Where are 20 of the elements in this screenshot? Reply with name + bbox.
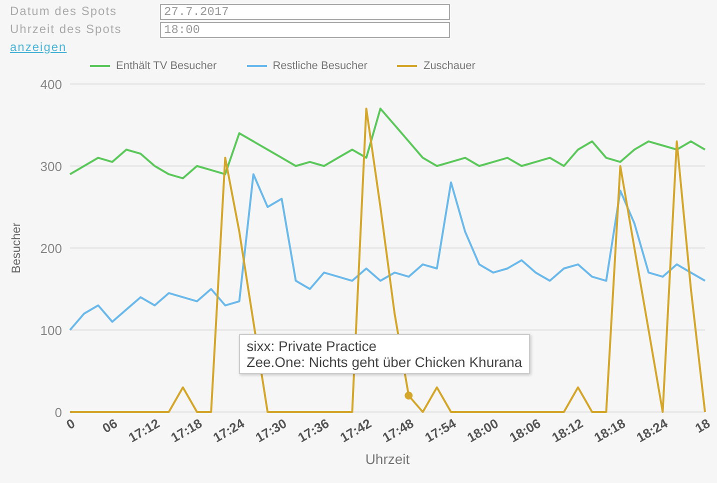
field-label: Datum des Spots xyxy=(10,4,118,20)
x-tick-label: 0 xyxy=(64,416,78,432)
input-field[interactable]: 27.7.2017 xyxy=(160,4,450,20)
y-axis-title: Besucher xyxy=(9,222,23,274)
y-tick-label: 200 xyxy=(40,241,62,256)
legend-label[interactable]: Enthält TV Besucher xyxy=(116,60,217,72)
y-tick-label: 0 xyxy=(54,405,62,420)
x-tick-label: 06 xyxy=(100,416,120,436)
show-link[interactable]: anzeigen xyxy=(0,38,77,56)
field-label: Uhrzeit des Spots xyxy=(10,22,123,38)
y-tick-label: 300 xyxy=(40,159,62,174)
tooltip: sixx: Private Practice Zee.One: Nichts geht über Chicken Khurana xyxy=(238,334,530,374)
point-marker xyxy=(404,392,413,400)
x-axis-title: Uhrzeit xyxy=(365,451,410,467)
legend-label[interactable]: Zuschauer xyxy=(423,60,476,72)
y-tick-label: 100 xyxy=(40,323,62,338)
x-tick-label: 18 xyxy=(692,416,712,436)
input-field[interactable]: 18:00 xyxy=(160,22,450,38)
legend-label[interactable]: Restliche Besucher xyxy=(272,60,368,72)
y-tick-label: 400 xyxy=(40,77,62,92)
